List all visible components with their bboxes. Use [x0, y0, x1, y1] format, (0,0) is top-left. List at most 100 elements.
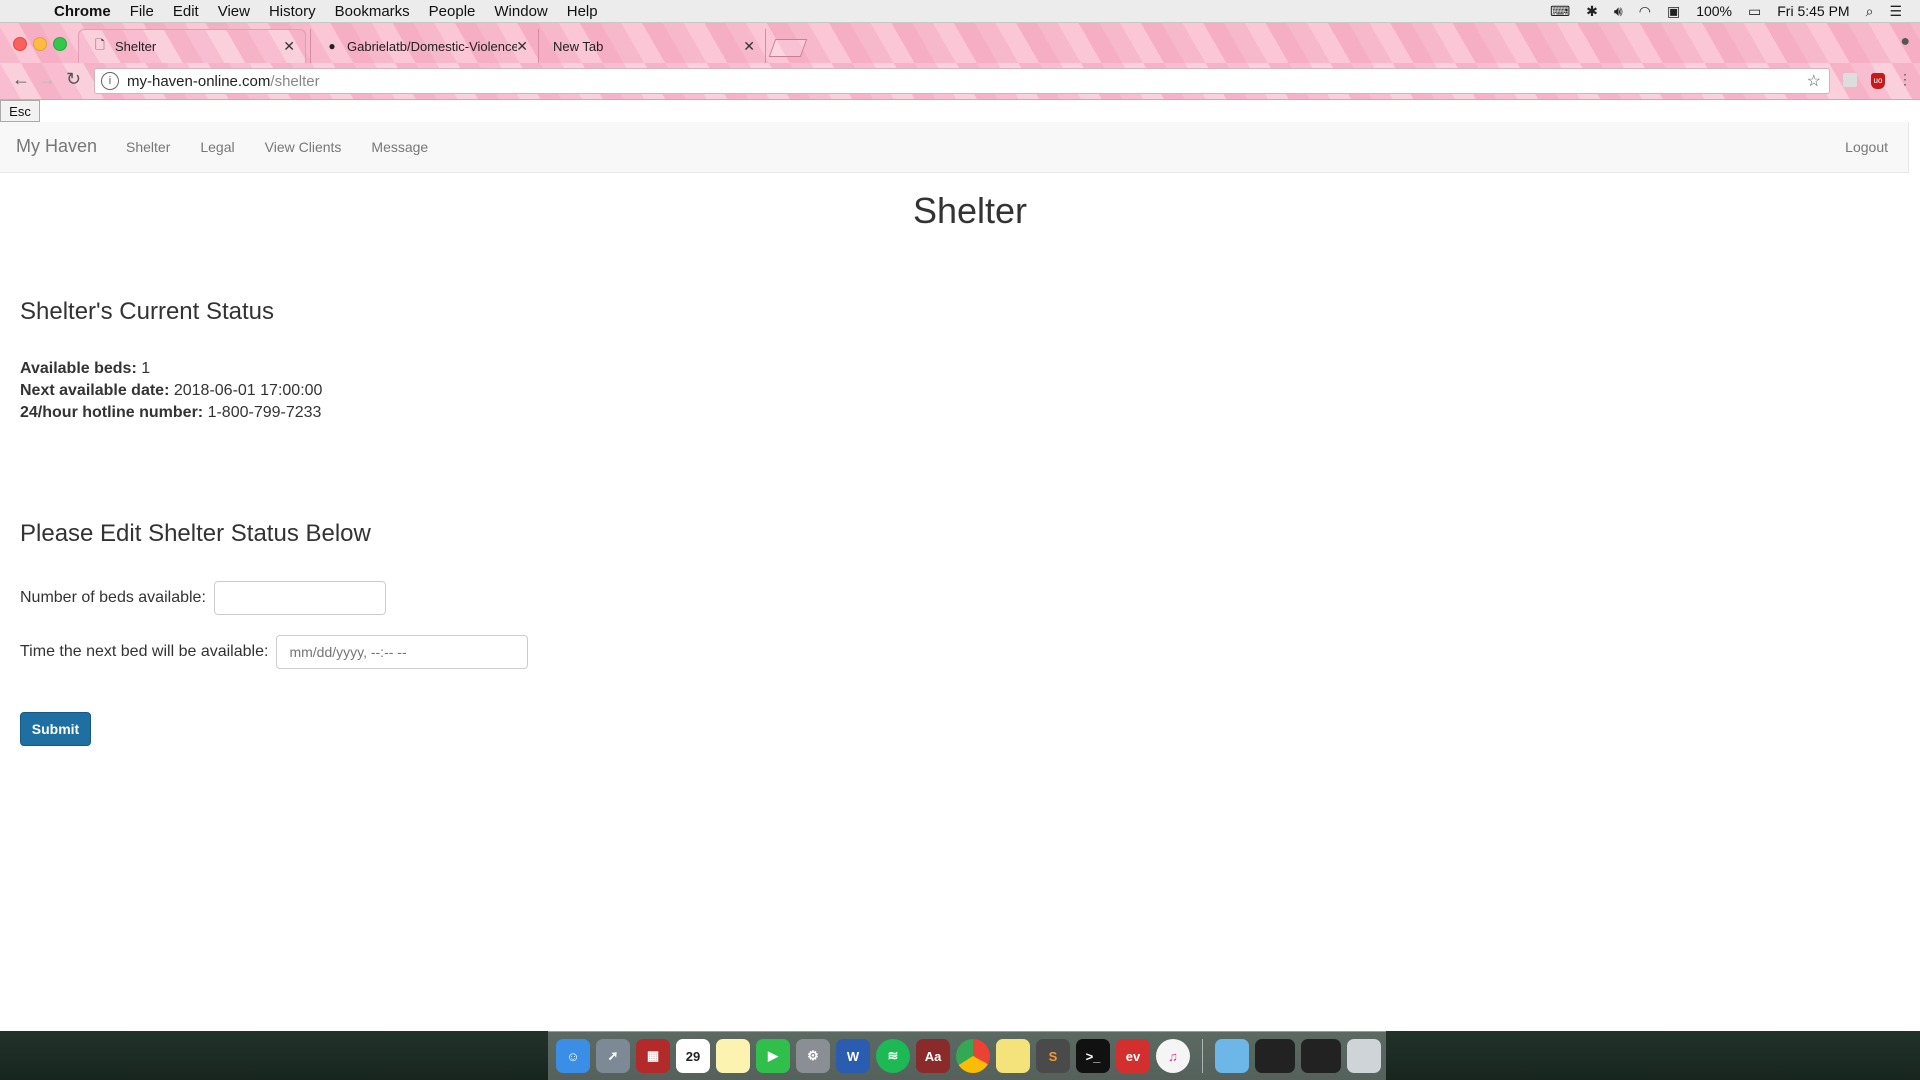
- url-path: /shelter: [270, 72, 320, 90]
- hotline-value: 1-800-799-7233: [207, 404, 322, 421]
- beds-line: Available beds: 1: [20, 358, 322, 380]
- tab-github[interactable]: ● Gabrielatb/Domestic-Violence- ✕: [310, 29, 538, 63]
- menu-view[interactable]: View: [218, 3, 250, 20]
- status-details: Available beds: 1 Next available date: 2…: [20, 358, 322, 424]
- next-date-line: Next available date: 2018-06-01 17:00:00: [20, 380, 322, 402]
- close-icon[interactable]: ✕: [283, 38, 295, 55]
- finder-icon[interactable]: ☺: [556, 1039, 590, 1073]
- info-icon[interactable]: i: [101, 72, 119, 90]
- folder-icon[interactable]: [1215, 1039, 1249, 1073]
- wifi-icon[interactable]: ◠: [1639, 3, 1651, 20]
- logout-link[interactable]: Logout: [1845, 139, 1888, 155]
- keyboard-icon[interactable]: ⌨: [1550, 3, 1570, 20]
- system-preferences-icon[interactable]: ⚙: [796, 1039, 830, 1073]
- ublock-icon[interactable]: uo: [1871, 73, 1885, 89]
- menu-history[interactable]: History: [269, 3, 316, 20]
- tab-strip: 🗋 Shelter ✕ ● Gabrielatb/Domestic-Violen…: [0, 23, 1920, 63]
- nav-message[interactable]: Message: [371, 139, 428, 155]
- url-host: my-haven-online.com: [127, 72, 271, 90]
- dock: ☺ ➚ ▦ 29 ▶ ⚙ W ≋ Aa S >_ ev ♫: [548, 1031, 1386, 1080]
- edit-heading: Please Edit Shelter Status Below: [20, 520, 371, 547]
- itunes-icon[interactable]: ♫: [1156, 1039, 1190, 1073]
- menu-help[interactable]: Help: [567, 3, 598, 20]
- dictionary-icon[interactable]: Aa: [916, 1039, 950, 1073]
- nav-view-clients[interactable]: View Clients: [265, 139, 342, 155]
- spotlight-icon[interactable]: ⌕: [1866, 3, 1874, 20]
- chrome-icon[interactable]: [956, 1039, 990, 1073]
- menu-edit[interactable]: Edit: [173, 3, 199, 20]
- menu-bar: Chrome File Edit View History Bookmarks …: [0, 0, 1920, 23]
- facetime-icon[interactable]: ▶: [756, 1039, 790, 1073]
- launchpad-icon[interactable]: ➚: [596, 1039, 630, 1073]
- brand-link[interactable]: My Haven: [16, 136, 97, 157]
- hotline-label: 24/hour hotline number:: [20, 404, 204, 421]
- dock-separator: [1202, 1039, 1203, 1073]
- menu-app[interactable]: Chrome: [54, 3, 111, 20]
- nav-legal[interactable]: Legal: [200, 139, 234, 155]
- battery-percent: 100%: [1696, 3, 1732, 19]
- word-icon[interactable]: W: [836, 1039, 870, 1073]
- spotify-icon[interactable]: ≋: [876, 1039, 910, 1073]
- window-icon[interactable]: [1255, 1039, 1295, 1073]
- menu-bookmarks[interactable]: Bookmarks: [335, 3, 410, 20]
- browser-toolbar: ← → ↻ i my-haven-online.com/shelter ☆ uo…: [0, 63, 1920, 100]
- menu-window[interactable]: Window: [494, 3, 547, 20]
- extension-icon[interactable]: [1843, 73, 1857, 87]
- time-field-label: Time the next bed will be available:: [20, 643, 269, 660]
- beds-field-label: Number of beds available:: [20, 589, 206, 606]
- submit-button[interactable]: Submit: [20, 712, 91, 746]
- minimize-window-button[interactable]: [33, 37, 47, 51]
- new-tab-button[interactable]: [768, 39, 808, 57]
- address-bar[interactable]: i my-haven-online.com/shelter ☆: [94, 68, 1830, 94]
- beds-field-row: Number of beds available:: [20, 581, 386, 615]
- github-icon: ●: [328, 39, 336, 53]
- tab-title: New Tab: [553, 38, 604, 54]
- time-field-row: Time the next bed will be available:: [20, 635, 529, 669]
- notification-center-icon[interactable]: ☰: [1889, 3, 1902, 20]
- nav-links: Shelter Legal View Clients Message: [126, 139, 428, 155]
- site-navbar: My Haven Shelter Legal View Clients Mess…: [0, 122, 1909, 173]
- notes-icon[interactable]: [716, 1039, 750, 1073]
- bookmark-star-icon[interactable]: ☆: [1807, 71, 1821, 91]
- tab-new-tab[interactable]: New Tab ✕: [538, 29, 766, 63]
- profile-icon[interactable]: ●: [1900, 33, 1910, 51]
- nav-shelter[interactable]: Shelter: [126, 139, 170, 155]
- tab-title: Gabrielatb/Domestic-Violence-: [347, 38, 517, 54]
- display-icon[interactable]: ▣: [1667, 3, 1680, 20]
- battery-icon[interactable]: ▭: [1748, 3, 1761, 20]
- esc-button[interactable]: Esc: [0, 100, 40, 122]
- bluetooth-icon[interactable]: ✱: [1586, 3, 1598, 20]
- beds-label: Available beds:: [20, 360, 137, 377]
- beds-value: 1: [141, 360, 151, 377]
- zoom-window-button[interactable]: [53, 37, 67, 51]
- sublime-icon[interactable]: S: [1036, 1039, 1070, 1073]
- more-menu-icon[interactable]: ⋮: [1898, 71, 1912, 88]
- forward-icon[interactable]: →: [38, 69, 56, 90]
- status-heading: Shelter's Current Status: [20, 298, 275, 325]
- close-icon[interactable]: ✕: [516, 38, 528, 55]
- window-icon[interactable]: [1301, 1039, 1341, 1073]
- stickies-icon[interactable]: [996, 1039, 1030, 1073]
- photo-booth-icon[interactable]: ▦: [636, 1039, 670, 1073]
- hotline-line: 24/hour hotline number: 1-800-799-7233: [20, 402, 322, 424]
- back-icon[interactable]: ←: [12, 69, 30, 90]
- close-icon[interactable]: ✕: [743, 38, 755, 55]
- menu-file[interactable]: File: [130, 3, 154, 20]
- tab-title: Shelter: [115, 39, 157, 54]
- beds-input[interactable]: [213, 581, 386, 615]
- terminal-icon[interactable]: >_: [1076, 1039, 1110, 1073]
- datetime-input[interactable]: [276, 635, 529, 669]
- calendar-icon[interactable]: 29: [676, 1039, 710, 1073]
- evernote-icon[interactable]: ev: [1116, 1039, 1150, 1073]
- close-window-button[interactable]: [13, 37, 27, 51]
- next-date-label: Next available date:: [20, 382, 170, 399]
- clock[interactable]: Fri 5:45 PM: [1777, 3, 1849, 19]
- volume-icon[interactable]: 🔊︎: [1614, 3, 1623, 20]
- tab-shelter[interactable]: 🗋 Shelter ✕: [78, 29, 306, 63]
- status-area: ⌨ ✱ 🔊︎ ◠ ▣ 100% ▭ Fri 5:45 PM ⌕ ☰: [1550, 3, 1902, 20]
- page-title: Shelter: [912, 190, 1028, 231]
- menu-people[interactable]: People: [429, 3, 476, 20]
- reload-icon[interactable]: ↻: [66, 69, 81, 90]
- trash-icon[interactable]: [1347, 1039, 1381, 1073]
- next-date-value: 2018-06-01 17:00:00: [173, 382, 323, 399]
